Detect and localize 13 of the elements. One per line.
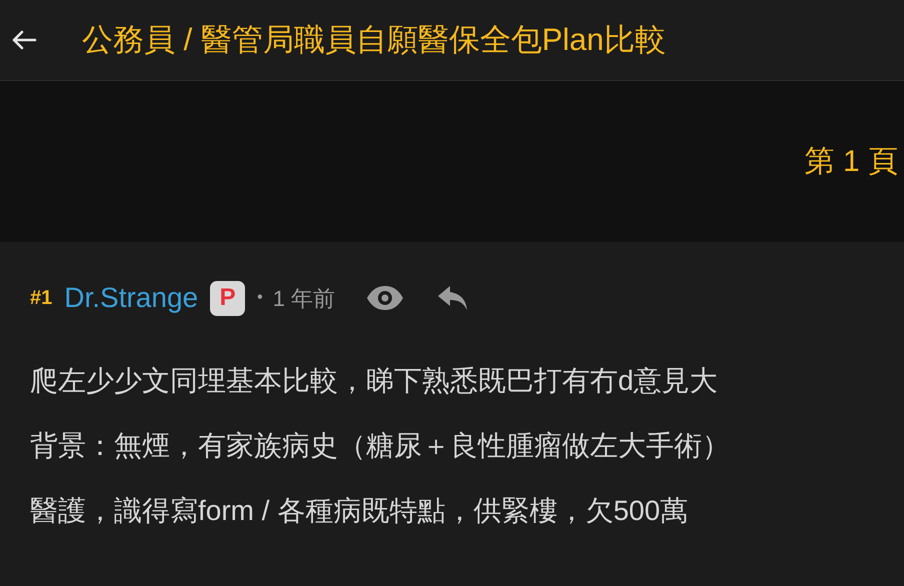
separator-dot: • xyxy=(257,288,263,308)
post-text-line: 爬左少少文同埋基本比較，睇下熟悉既巴打有冇d意見大 xyxy=(30,364,719,398)
reply-icon xyxy=(437,284,470,312)
post-number: #1 xyxy=(30,286,52,311)
author-link[interactable]: Dr.Strange xyxy=(64,277,198,319)
eye-icon xyxy=(365,285,406,311)
post-text-line: 醫護，識得寫form / 各種病既特點，供緊樓，欠500萬 xyxy=(30,494,690,528)
user-badge: P xyxy=(210,280,246,316)
back-arrow-icon xyxy=(11,29,37,51)
post-time: 1 年前 xyxy=(272,284,336,312)
post-text-line: 背景：無煙，有家族病史（糖尿＋良性腫瘤做左大手術） xyxy=(30,428,731,462)
thread-title: 公務員 / 醫管局職員自願醫保全包Plan比較 xyxy=(82,20,666,59)
page-label: 第 1 頁 xyxy=(804,144,898,180)
